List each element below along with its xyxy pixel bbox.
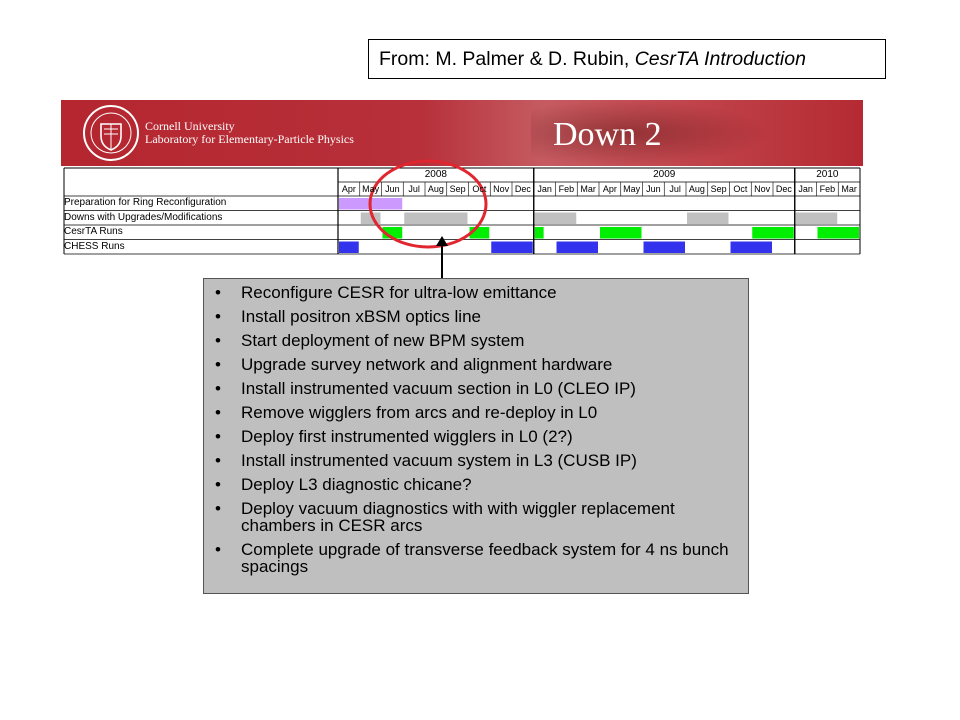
task-text: Start deployment of new BPM system bbox=[241, 331, 525, 350]
month-label: May bbox=[623, 184, 641, 194]
year-label: 2009 bbox=[653, 169, 676, 180]
task-text: Deploy vacuum diagnostics with with wigg… bbox=[241, 499, 675, 535]
month-label: Jan bbox=[798, 184, 813, 194]
month-label: Feb bbox=[558, 184, 575, 194]
month-label: Nov bbox=[493, 184, 510, 194]
task-item: • Reconfigure CESR for ultra-low emittanc… bbox=[204, 284, 748, 301]
pointer-arrow-line bbox=[441, 241, 443, 279]
schedule-bar bbox=[817, 227, 859, 239]
month-label: Dec bbox=[514, 184, 531, 194]
bullet-dot: • bbox=[215, 540, 221, 559]
month-label: Sep bbox=[449, 184, 466, 194]
task-item: • Install positron xBSM optics line bbox=[204, 308, 748, 325]
task-item: • Upgrade survey network and alignment ha… bbox=[204, 356, 748, 373]
task-text: Install instrumented vacuum system in L3… bbox=[241, 451, 637, 470]
task-list: • Reconfigure CESR for ultra-low emittanc… bbox=[204, 284, 748, 582]
task-item: • Complete upgrade of transverse feedback… bbox=[204, 541, 748, 575]
schedule-bar bbox=[404, 212, 468, 224]
schedule-bar bbox=[687, 212, 729, 224]
schedule-row-label: CHESS Runs bbox=[64, 240, 125, 252]
schedule-bar bbox=[556, 241, 598, 253]
schedule-bar bbox=[339, 241, 359, 253]
task-item: • Deploy vacuum diagnostics with with wig… bbox=[204, 500, 748, 534]
bullet-dot: • bbox=[215, 499, 221, 518]
bullet-dot: • bbox=[215, 451, 221, 470]
schedule-row-label: CesrTA Runs bbox=[64, 226, 123, 237]
schedule-bar bbox=[795, 212, 838, 224]
task-text: Install positron xBSM optics line bbox=[241, 307, 481, 326]
task-text: Deploy L3 diagnostic chicane? bbox=[241, 475, 472, 494]
task-text: Reconfigure CESR for ultra-low emittance bbox=[241, 283, 557, 302]
task-item: • Install instrumented vacuum section in … bbox=[204, 380, 748, 397]
task-item: • Start deployment of new BPM system bbox=[204, 332, 748, 349]
month-label: Jan bbox=[537, 184, 552, 194]
month-label: Aug bbox=[688, 184, 705, 194]
month-label: Aug bbox=[427, 184, 444, 194]
month-label: Mar bbox=[580, 184, 596, 194]
bullet-dot: • bbox=[215, 307, 221, 326]
schedule-bar bbox=[730, 241, 772, 253]
schedule-bar bbox=[752, 227, 794, 239]
year-label: 2008 bbox=[424, 169, 447, 180]
task-text: Install instrumented vacuum section in L… bbox=[241, 379, 636, 398]
month-label: Nov bbox=[754, 184, 771, 194]
month-label: Jun bbox=[385, 184, 400, 194]
bullet-dot: • bbox=[215, 355, 221, 374]
schedule-row-label: Preparation for Ring Reconfiguration bbox=[64, 197, 227, 208]
bullet-dot: • bbox=[215, 283, 221, 302]
bullet-dot: • bbox=[215, 427, 221, 446]
task-text: Remove wigglers from arcs and re-deploy … bbox=[241, 403, 598, 422]
bullet-dot: • bbox=[215, 379, 221, 398]
month-label: May bbox=[362, 184, 380, 194]
bullet-dot: • bbox=[215, 403, 221, 422]
task-text: Deploy first instrumented wigglers in L0… bbox=[241, 427, 573, 446]
month-label: Jul bbox=[408, 184, 420, 194]
year-label: 2010 bbox=[816, 169, 839, 180]
month-label: Jun bbox=[646, 184, 661, 194]
month-label: Dec bbox=[775, 184, 792, 194]
month-label: Feb bbox=[819, 184, 836, 194]
schedule-row-label: Downs with Upgrades/Modifications bbox=[64, 211, 223, 223]
month-label: Apr bbox=[341, 184, 356, 194]
month-label: Mar bbox=[841, 184, 857, 194]
schedule-bar bbox=[643, 241, 685, 253]
month-label: Apr bbox=[602, 184, 617, 194]
month-label: Jul bbox=[669, 184, 681, 194]
bullet-dot: • bbox=[215, 331, 221, 350]
month-label: Oct bbox=[472, 184, 487, 194]
task-list-box: • Reconfigure CESR for ultra-low emittanc… bbox=[203, 278, 749, 594]
task-text: Upgrade survey network and alignment har… bbox=[241, 355, 613, 374]
task-text: Complete upgrade of transverse feedback … bbox=[241, 540, 729, 576]
task-item: • Install instrumented vacuum system in L… bbox=[204, 452, 748, 469]
schedule-bar bbox=[600, 227, 642, 239]
month-label: Oct bbox=[733, 184, 748, 194]
task-item: • Deploy first instrumented wigglers in L… bbox=[204, 428, 748, 445]
schedule-bar bbox=[534, 227, 544, 239]
task-item: • Deploy L3 diagnostic chicane? bbox=[204, 476, 748, 493]
task-item: • Remove wigglers from arcs and re-deploy… bbox=[204, 404, 748, 421]
schedule-bar bbox=[491, 241, 533, 253]
schedule-bar bbox=[534, 212, 577, 224]
pointer-arrow-icon bbox=[436, 236, 448, 246]
month-label: Sep bbox=[710, 184, 727, 194]
bullet-dot: • bbox=[215, 475, 221, 494]
